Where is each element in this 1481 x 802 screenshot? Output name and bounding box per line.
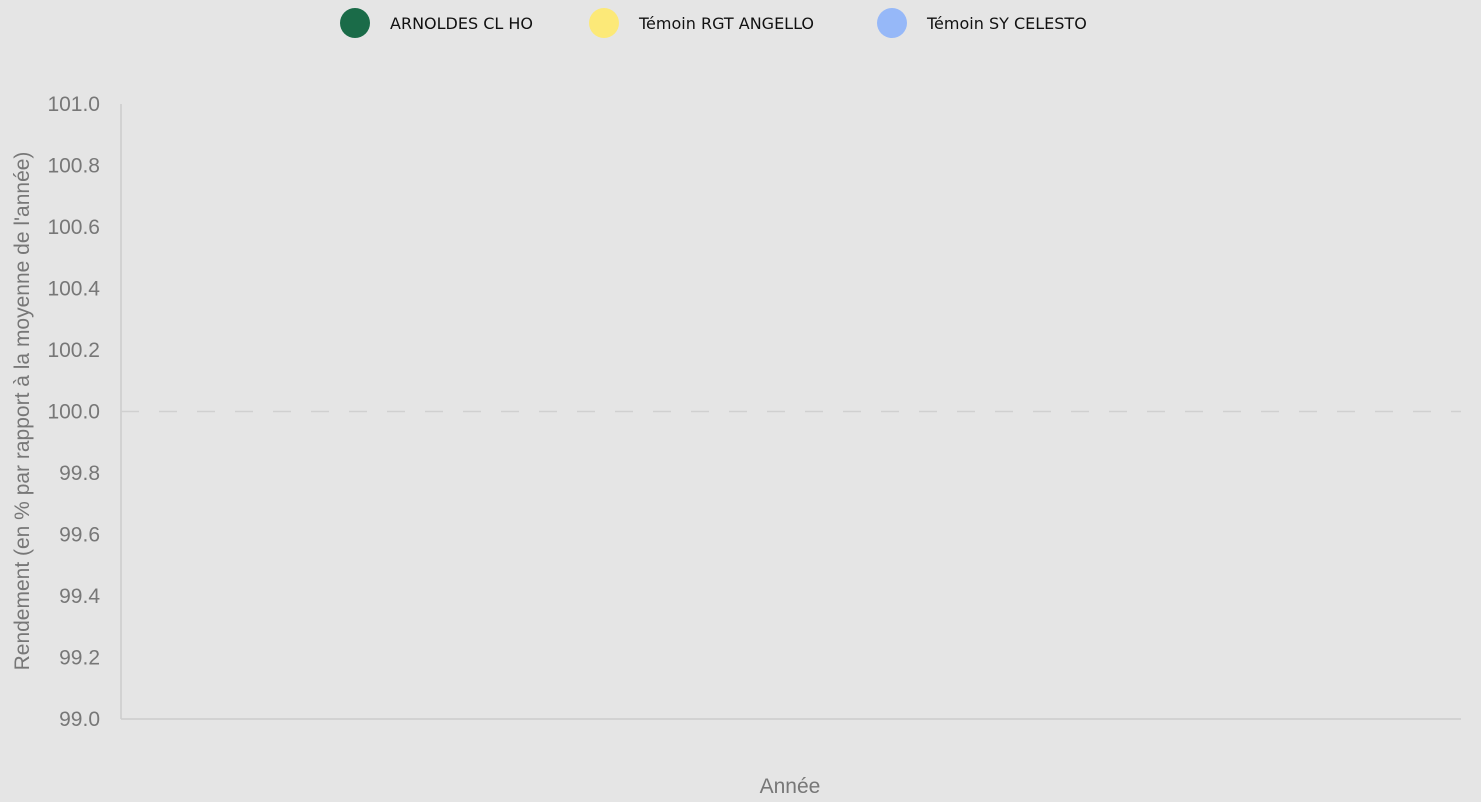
y-tick-label: 99.4 — [59, 585, 100, 608]
x-axis-title: Année — [760, 775, 821, 798]
y-tick-label: 100.0 — [47, 401, 100, 424]
y-tick-label: 99.8 — [59, 462, 100, 485]
y-tick-label: 100.4 — [47, 278, 100, 301]
y-tick-label: 100.8 — [47, 155, 100, 178]
chart-canvas: 101.0 100.8 100.6 100.4 100.2 100.0 99.8 99.6 99… — [11, 93, 1461, 798]
y-tick-label: 101.0 — [47, 93, 100, 116]
y-tick-label: 99.6 — [59, 524, 100, 547]
y-tick-label: 99.0 — [59, 708, 100, 731]
y-tick-labels: 101.0 100.8 100.6 100.4 100.2 100.0 99.8 99.6 99… — [47, 93, 100, 731]
y-tick-label: 100.2 — [47, 339, 100, 362]
y-tick-label: 100.6 — [47, 216, 100, 239]
y-tick-label: 99.2 — [59, 647, 100, 670]
y-axis-title: Rendement (en % par rapport à la moyenne… — [11, 152, 34, 671]
